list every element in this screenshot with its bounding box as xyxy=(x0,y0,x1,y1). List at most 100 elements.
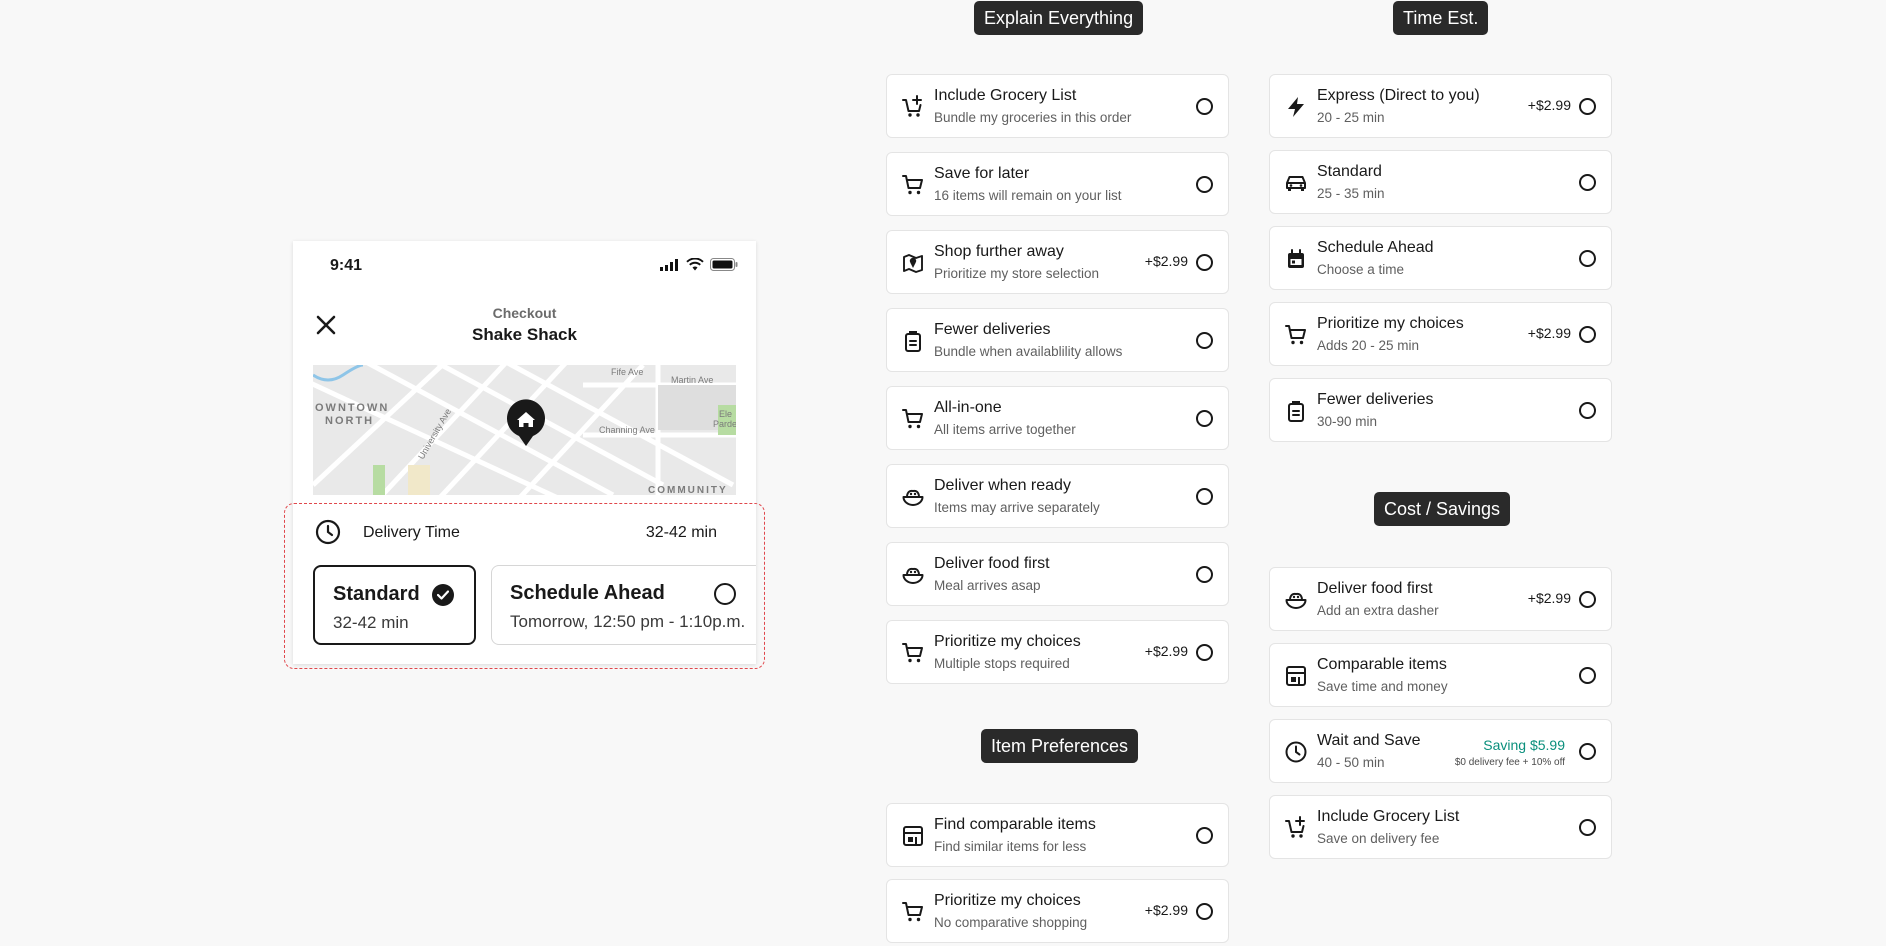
option-title: Deliver food first xyxy=(934,555,1050,572)
option-title: All-in-one xyxy=(934,399,1002,416)
radio-button[interactable] xyxy=(1579,250,1596,267)
option-card[interactable]: Express (Direct to you) 20 - 25 min +$2.99 xyxy=(1269,74,1612,138)
radio-button[interactable] xyxy=(1196,254,1213,271)
option-price: +$2.99 xyxy=(1144,643,1188,659)
store-name: Shake Shack xyxy=(472,325,577,344)
radio-button[interactable] xyxy=(1579,98,1596,115)
option-card[interactable]: Include Grocery List Save on delivery fee xyxy=(1269,795,1612,859)
option-card[interactable]: Fewer deliveries 30-90 min xyxy=(1269,378,1612,442)
schedule-ahead-option-card[interactable]: Schedule Ahead Tomorrow, 12:50 pm - 1:10… xyxy=(491,565,756,645)
radio-button[interactable] xyxy=(1579,819,1596,836)
status-bar: 9:41 xyxy=(293,241,756,285)
check-circle-icon xyxy=(432,584,454,606)
store-icon xyxy=(901,824,925,848)
section-tag-item-preferences: Item Preferences xyxy=(981,729,1139,763)
option-subtitle: Adds 20 - 25 min xyxy=(1317,338,1420,353)
radio-button[interactable] xyxy=(1196,903,1213,920)
option-card[interactable]: Wait and Save 40 - 50 min Saving $5.99 $0 d… xyxy=(1269,719,1612,783)
option-card[interactable]: Include Grocery List Bundle my groceries … xyxy=(886,74,1229,138)
map-label: OWNTOWN xyxy=(315,402,389,414)
option-subtitle: Add an extra dasher xyxy=(1317,603,1439,618)
option-subtitle: Tomorrow, 12:50 pm - 1:10p.m. xyxy=(510,612,746,631)
delivery-time-label: Delivery Time xyxy=(363,524,460,541)
option-subtitle: 40 - 50 min xyxy=(1317,755,1385,770)
map-label: Fife Ave xyxy=(611,367,643,377)
option-subtitle: Bundle my groceries in this order xyxy=(934,110,1132,125)
map-label: Channing Ave xyxy=(599,425,655,435)
radio-button[interactable] xyxy=(1579,402,1596,419)
option-card[interactable]: Schedule Ahead Choose a time xyxy=(1269,226,1612,290)
option-card[interactable]: Fewer deliveries Bundle when availablilit… xyxy=(886,308,1229,372)
map-label: Parde xyxy=(713,419,736,429)
battery-icon xyxy=(710,258,738,271)
option-subtitle: 16 items will remain on your list xyxy=(934,188,1122,203)
bowl-icon xyxy=(901,485,925,509)
option-price: +$2.99 xyxy=(1144,253,1188,269)
map-label: Ele xyxy=(719,409,732,419)
option-subtitle: Choose a time xyxy=(1317,262,1405,277)
option-card[interactable]: Deliver food first Meal arrives asap xyxy=(886,542,1229,606)
option-subtitle: 25 - 35 min xyxy=(1317,186,1385,201)
calendar-icon xyxy=(1284,247,1308,271)
option-subtitle: 32-42 min xyxy=(333,613,409,632)
checkout-phone-mockup: 9:41 Checkout Shake Shack OWNTOWN NORTH … xyxy=(293,241,756,664)
radio-button[interactable] xyxy=(1579,326,1596,343)
radio-button[interactable] xyxy=(1579,743,1596,760)
section-tag-explain: Explain Everything xyxy=(974,1,1144,35)
option-card[interactable]: Find comparable items Find similar items … xyxy=(886,803,1229,867)
option-subtitle: All items arrive together xyxy=(934,422,1076,437)
option-subtitle: Multiple stops required xyxy=(934,656,1070,671)
option-subtitle: No comparative shopping xyxy=(934,915,1088,930)
option-title: Shop further away xyxy=(934,243,1064,260)
option-subtitle: 30-90 min xyxy=(1317,414,1378,429)
store-icon xyxy=(1284,664,1308,688)
cart-icon xyxy=(901,173,925,197)
radio-button[interactable] xyxy=(1196,644,1213,661)
radio-button[interactable] xyxy=(1196,332,1213,349)
delivery-time-row: Delivery Time 32-42 min xyxy=(313,515,736,549)
radio-button[interactable] xyxy=(1196,827,1213,844)
cart-icon xyxy=(901,407,925,431)
radio-button[interactable] xyxy=(1196,410,1213,427)
standard-option-card[interactable]: Standard 32-42 min xyxy=(313,565,476,645)
radio-button[interactable] xyxy=(1196,98,1213,115)
cart-plus-icon xyxy=(1284,816,1308,840)
radio-button[interactable] xyxy=(714,583,736,605)
option-title: Deliver food first xyxy=(1317,580,1433,597)
status-time: 9:41 xyxy=(330,257,363,274)
option-card[interactable]: Prioritize my choices Adds 20 - 25 min +$2… xyxy=(1269,302,1612,366)
signal-icon xyxy=(660,258,678,271)
home-pin-icon xyxy=(507,399,545,446)
cart-plus-icon xyxy=(901,95,925,119)
radio-button[interactable] xyxy=(1579,667,1596,684)
option-title: Fewer deliveries xyxy=(1317,391,1434,408)
delivery-map: OWNTOWN NORTH Channing Ave Fife Ave Mart… xyxy=(313,365,736,495)
radio-button[interactable] xyxy=(1196,488,1213,505)
option-card[interactable]: Save for later 16 items will remain on yo… xyxy=(886,152,1229,216)
option-subtitle: Find similar items for less xyxy=(934,839,1087,854)
saving-note: $0 delivery fee + 10% off xyxy=(1454,757,1565,768)
option-card[interactable]: Standard 25 - 35 min xyxy=(1269,150,1612,214)
section-tag-time: Time Est. xyxy=(1393,1,1489,35)
option-card[interactable]: Deliver when ready Items may arrive separ… xyxy=(886,464,1229,528)
clock-icon xyxy=(315,519,341,545)
option-subtitle: Save on delivery fee xyxy=(1317,831,1440,846)
radio-button[interactable] xyxy=(1196,176,1213,193)
option-title: Express (Direct to you) xyxy=(1317,87,1480,104)
option-card[interactable]: Prioritize my choices No comparative shop… xyxy=(886,879,1229,943)
option-card[interactable]: Shop further away Prioritize my store sel… xyxy=(886,230,1229,294)
checkout-header: Checkout Shake Shack xyxy=(293,296,756,356)
option-card[interactable]: All-in-one All items arrive together xyxy=(886,386,1229,450)
option-title: Save for later xyxy=(934,165,1030,182)
radio-button[interactable] xyxy=(1579,174,1596,191)
option-price: +$2.99 xyxy=(1527,325,1571,341)
option-card[interactable]: Deliver food first Add an extra dasher +$2… xyxy=(1269,567,1612,631)
map-pin-icon xyxy=(901,251,925,275)
option-card[interactable]: Prioritize my choices Multiple stops requ… xyxy=(886,620,1229,684)
radio-button[interactable] xyxy=(1196,566,1213,583)
option-card[interactable]: Comparable items Save time and money xyxy=(1269,643,1612,707)
cart-icon xyxy=(1284,323,1308,347)
radio-button[interactable] xyxy=(1579,591,1596,608)
bowl-icon xyxy=(1284,588,1308,612)
status-icons xyxy=(660,258,738,271)
